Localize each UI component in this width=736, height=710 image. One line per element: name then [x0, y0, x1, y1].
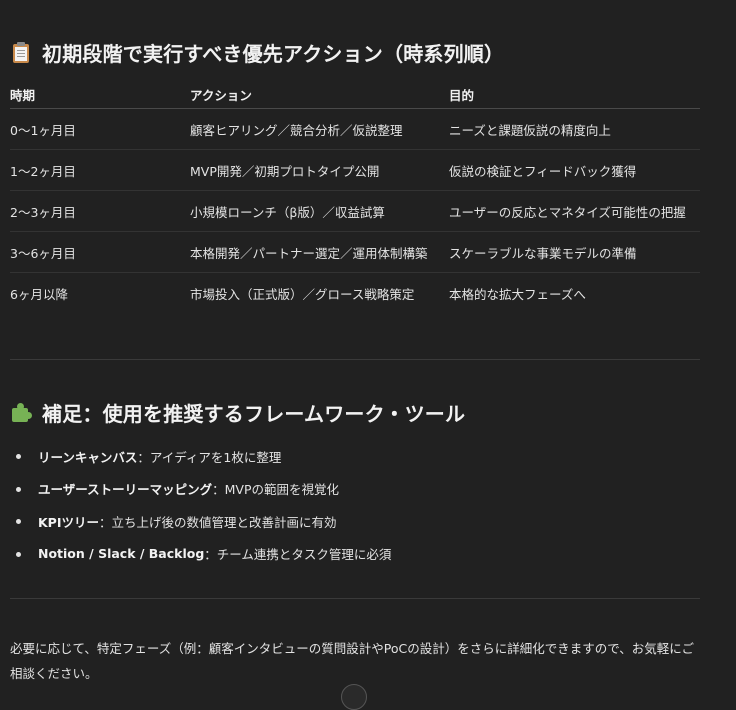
table-row: 6ヶ月以降 市場投入（正式版）／グロース戦略策定 本格的な拡大フェーズへ — [10, 273, 700, 314]
closing-paragraph: 必要に応じて、特定フェーズ（例：顧客インタビューの質問設計やPoCの設計）をさら… — [10, 641, 694, 681]
cell-purpose: スケーラブルな事業モデルの準備 — [449, 231, 700, 273]
list-item: KPIツリー ：立ち上げ後の数値管理と改善計画に有効 — [10, 505, 391, 538]
cell-purpose: 仮説の検証とフィードバック獲得 — [449, 149, 700, 191]
table-row: 1〜2ヶ月目 MVP開発／初期プロトタイプ公開 仮説の検証とフィードバック獲得 — [10, 149, 700, 191]
tool-description: ：アイディアを1枚に整理 — [137, 449, 282, 465]
bullet-icon — [16, 486, 21, 492]
section-heading-text: 初期段階で実行すべき優先アクション（時系列順） — [42, 42, 505, 66]
cell-period: 1〜2ヶ月目 — [10, 149, 190, 191]
table-row: 2〜3ヶ月目 小規模ローンチ（β版）／収益試算 ユーザーの反応とマネタイズ可能性… — [10, 190, 700, 232]
cell-purpose: 本格的な拡大フェーズへ — [449, 286, 586, 302]
bullet-icon — [16, 519, 21, 525]
tool-description: ：MVPの範囲を視覚化 — [212, 482, 340, 498]
cell-action: 顧客ヒアリング／競合分析／仮説整理 — [190, 108, 449, 150]
list-item: Notion / Slack / Backlog ：チーム連携とタスク管理に必須 — [10, 538, 391, 571]
puzzle-icon — [10, 402, 32, 424]
cell-purpose: ニーズと課題仮説の精度向上 — [449, 108, 700, 150]
tool-term: KPIツリー — [38, 514, 99, 530]
table-header-row: 時期 アクション 目的 — [10, 80, 700, 109]
clipboard-icon — [10, 41, 32, 64]
tool-term: リーンキャンバス — [38, 449, 138, 465]
cell-period: 3〜6ヶ月目 — [10, 231, 190, 273]
bullet-icon — [16, 454, 21, 460]
divider — [10, 598, 700, 599]
section-heading-text: 補足：使用を推奨するフレームワーク・ツール — [42, 402, 466, 426]
cell-period: 2〜3ヶ月目 — [10, 190, 190, 232]
cell-action: 本格開発／パートナー選定／運用体制構築 — [190, 231, 449, 273]
tool-description: ：立ち上げ後の数値管理と改善計画に有効 — [99, 514, 337, 530]
cell-action: 市場投入（正式版）／グロース戦略策定 — [190, 286, 415, 302]
scroll-down-button[interactable] — [341, 684, 367, 710]
cell-action: MVP開発／初期プロトタイプ公開 — [190, 149, 449, 191]
action-timeline-table: 時期 アクション 目的 0〜1ヶ月目 顧客ヒアリング／競合分析／仮説整理 ニーズ… — [10, 80, 700, 313]
bullet-icon — [16, 551, 21, 557]
section-heading-priority-actions: 初期段階で実行すべき優先アクション（時系列順） — [10, 38, 504, 67]
column-header-period: 時期 — [10, 80, 190, 109]
tool-term: Notion / Slack / Backlog — [38, 546, 205, 562]
tool-term: ユーザーストーリーマッピング — [38, 482, 213, 498]
cell-period: 0〜1ヶ月目 — [10, 108, 190, 150]
divider — [10, 359, 700, 360]
list-item: リーンキャンバス ：アイディアを1枚に整理 — [10, 440, 391, 473]
column-header-purpose: 目的 — [449, 80, 700, 109]
tool-description: ：チーム連携とタスク管理に必須 — [204, 547, 392, 563]
column-header-action: アクション — [190, 80, 449, 109]
cell-action: 小規模ローンチ（β版）／収益試算 — [190, 190, 449, 232]
cell-period: 6ヶ月以降 — [10, 286, 68, 302]
cell-purpose: ユーザーの反応とマネタイズ可能性の把握 — [449, 190, 700, 232]
list-item: ユーザーストーリーマッピング ：MVPの範囲を視覚化 — [10, 473, 391, 506]
table-row: 0〜1ヶ月目 顧客ヒアリング／競合分析／仮説整理 ニーズと課題仮説の精度向上 — [10, 108, 700, 150]
table-row: 3〜6ヶ月目 本格開発／パートナー選定／運用体制構築 スケーラブルな事業モデルの… — [10, 231, 700, 273]
section-heading-recommended-tools: 補足：使用を推奨するフレームワーク・ツール — [10, 398, 465, 427]
tools-list: リーンキャンバス ：アイディアを1枚に整理 ユーザーストーリーマッピング ：MV… — [10, 440, 391, 570]
